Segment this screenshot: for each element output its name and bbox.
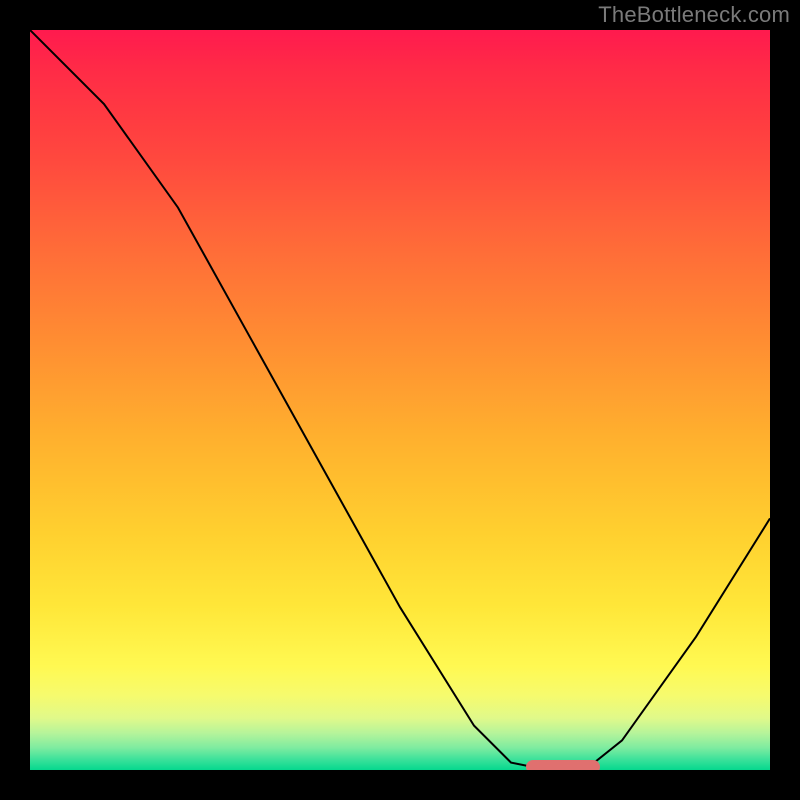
optimal-range-marker [526,760,600,770]
attribution-text: TheBottleneck.com [598,2,790,28]
bottleneck-curve [30,30,770,770]
chart-frame: TheBottleneck.com [0,0,800,800]
plot-area [30,30,770,770]
